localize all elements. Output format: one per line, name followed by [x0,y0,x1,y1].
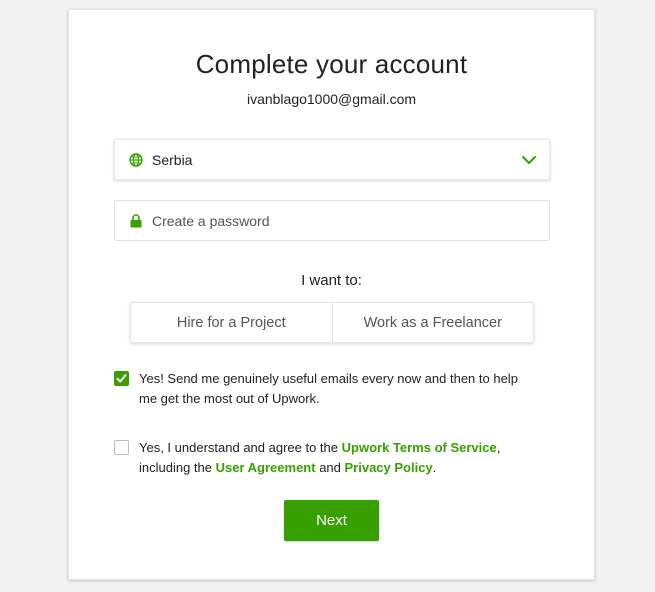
emails-opt-in-checkbox[interactable] [114,371,129,386]
country-value: Serbia [152,151,193,168]
password-placeholder: Create a password [152,212,270,229]
lock-icon [129,213,143,228]
terms-suffix: . [432,460,437,475]
chevron-down-icon[interactable] [521,152,537,168]
country-select[interactable]: Serbia [114,139,550,180]
next-button[interactable]: Next [284,500,379,541]
emails-opt-in-row: Yes! Send me genuinely useful emails eve… [114,369,534,409]
freelancer-option-button[interactable]: Work as a Freelancer [331,303,534,342]
privacy-policy-link[interactable]: Privacy Policy [345,460,433,475]
hire-option-button[interactable]: Hire for a Project [131,303,332,342]
intent-label: I want to: [301,272,362,289]
terms-checkbox[interactable] [114,440,129,455]
terms-row: Yes, I understand and agree to the Upwor… [114,438,534,478]
checkmark-icon [116,374,127,383]
password-field[interactable]: Create a password [114,200,550,241]
globe-icon [129,152,143,167]
signup-card: Complete your account ivanblago1000@gmai… [68,9,595,580]
user-agreement-link[interactable]: User Agreement [216,460,316,475]
terms-of-service-link[interactable]: Upwork Terms of Service [342,440,497,455]
terms-prefix: Yes, I understand and agree to the [139,440,342,455]
emails-opt-in-label: Yes! Send me genuinely useful emails eve… [139,371,518,406]
account-email: ivanblago1000@gmail.com [246,91,417,107]
page-title: Complete your account [195,49,468,79]
terms-label: Yes, I understand and agree to the Upwor… [139,438,534,478]
terms-middle-2: and [315,460,345,475]
role-toggle: Hire for a Project Work as a Freelancer [130,302,534,343]
